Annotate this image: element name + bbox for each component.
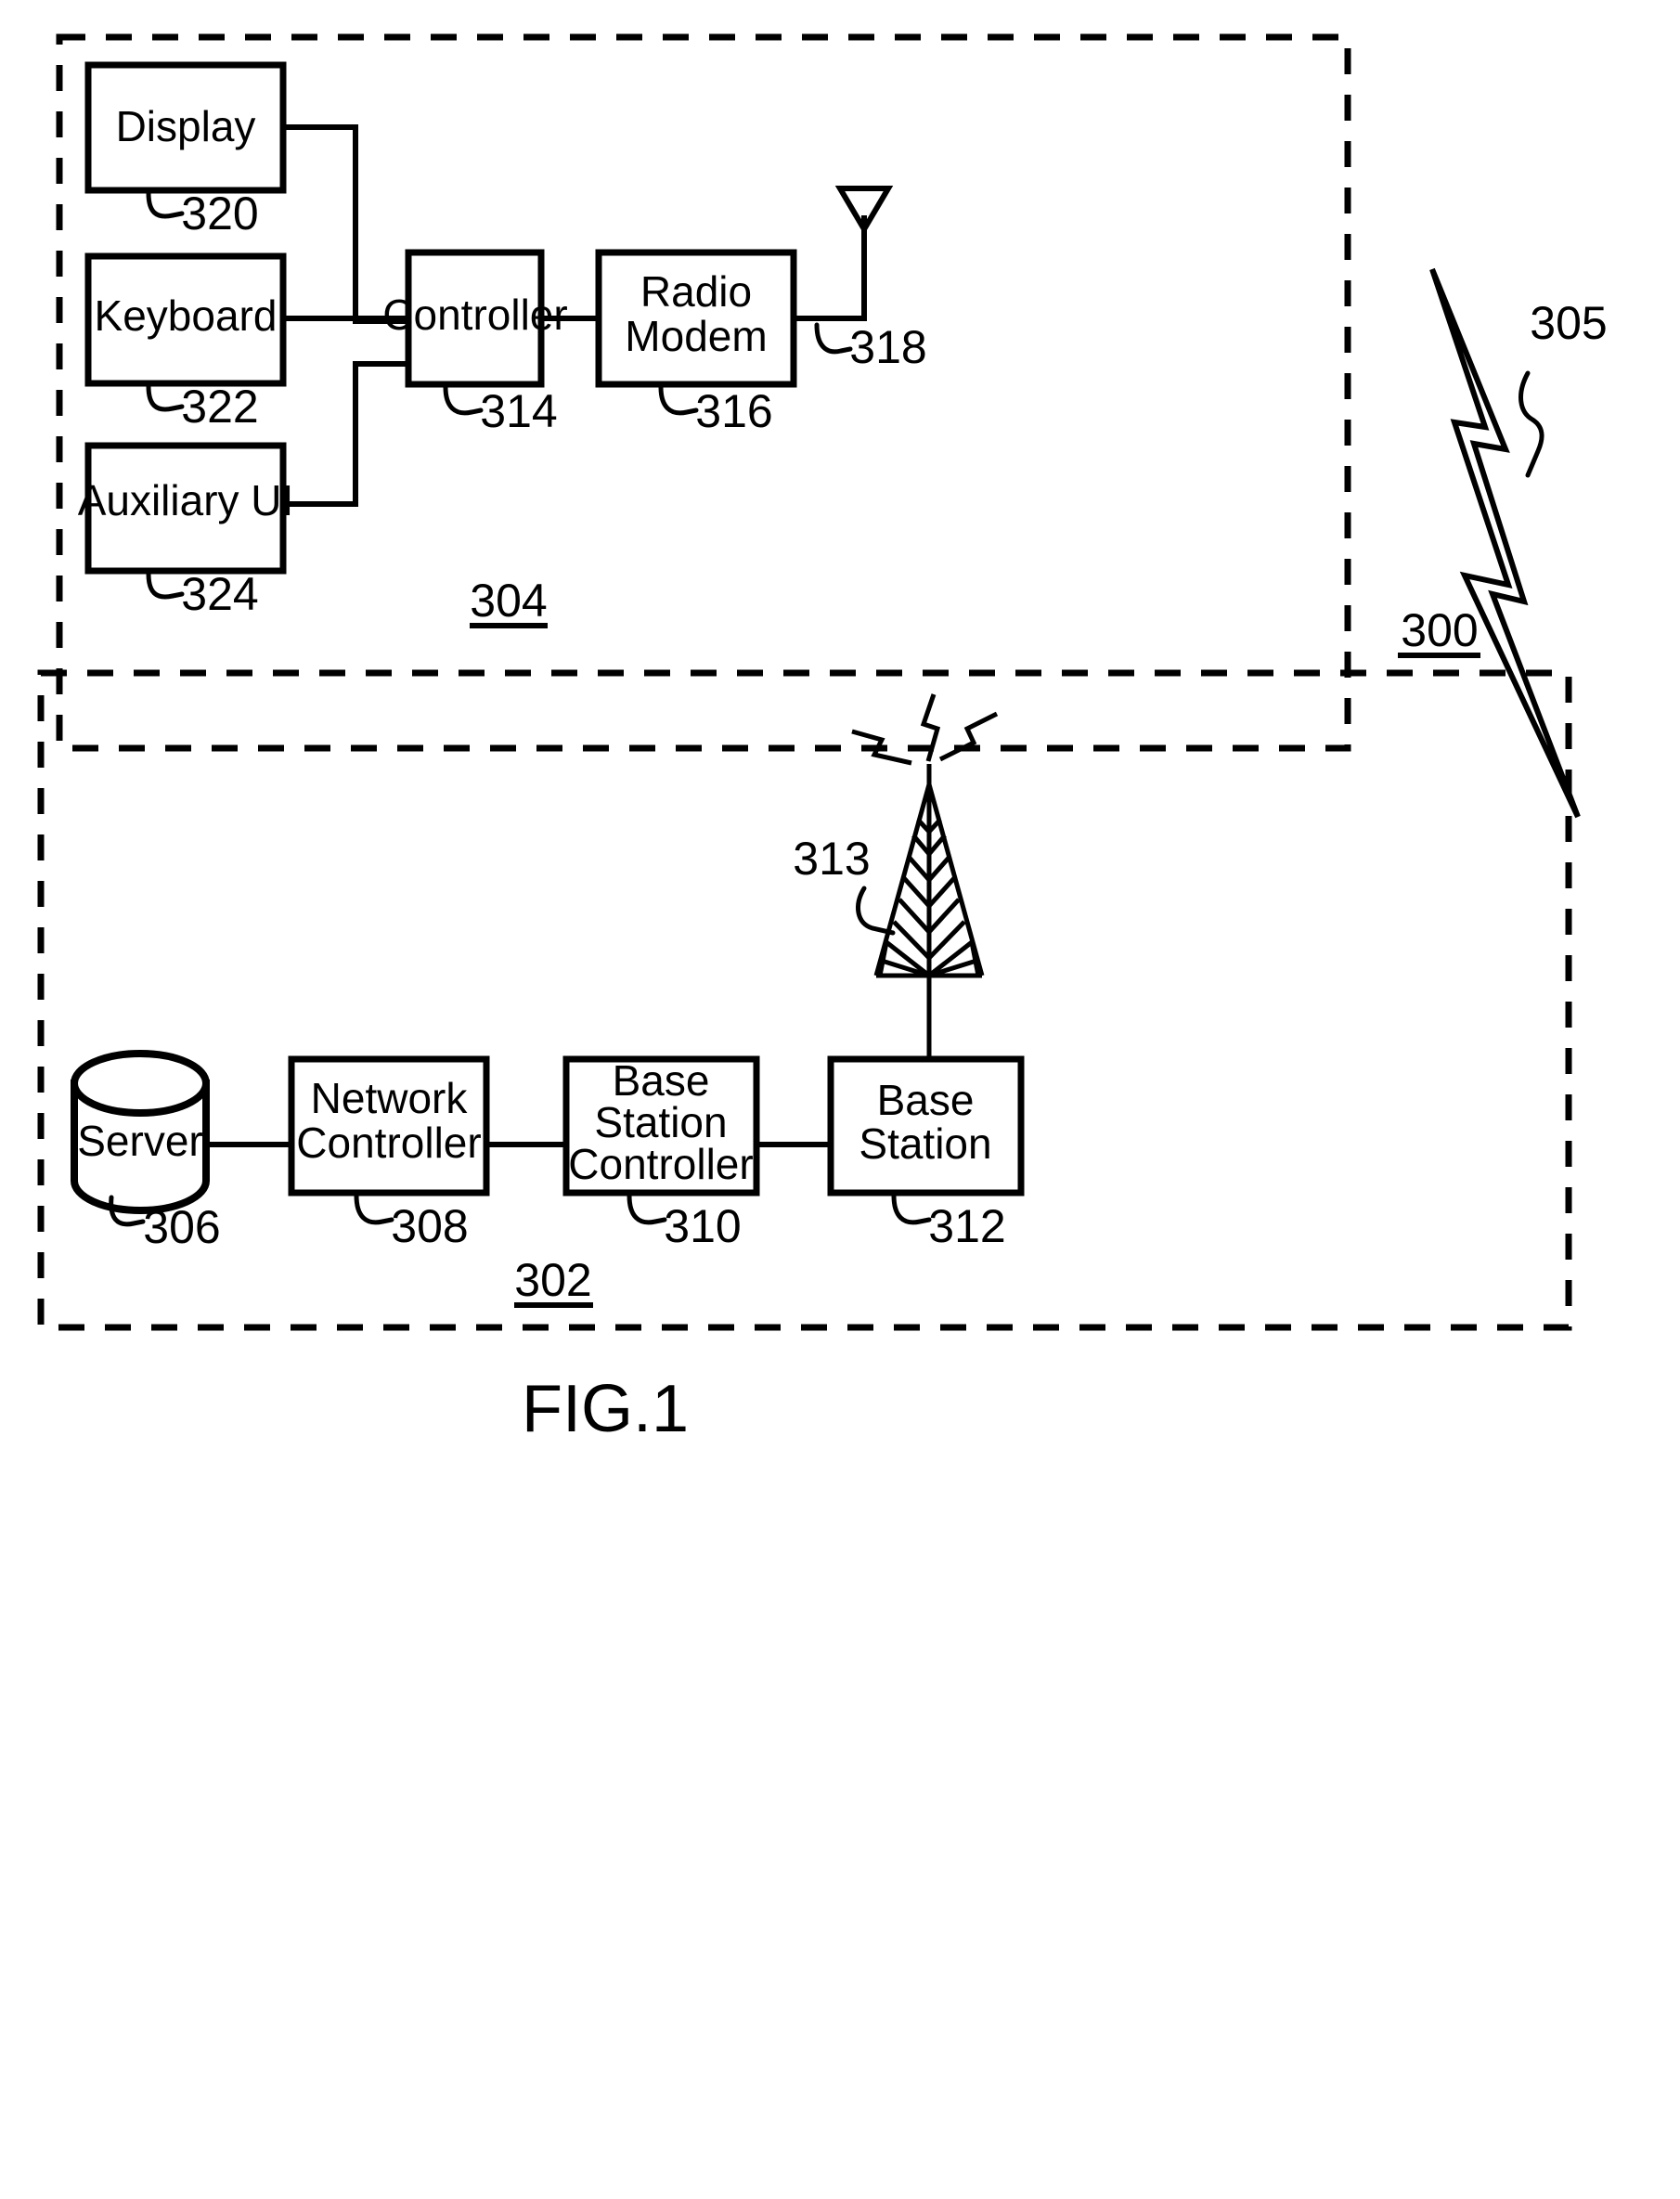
ref-number-316: 316 (695, 385, 772, 437)
leader-308 (354, 1193, 394, 1225)
leader-310 (627, 1193, 667, 1225)
ref-number-318: 318 (849, 321, 926, 373)
leader-320 (146, 190, 185, 219)
ref-number-306: 306 (143, 1201, 220, 1253)
leader-322 (146, 383, 185, 412)
figure-canvas: Display 320 Keyboard 322 Auxiliary UI 32… (37, 33, 1608, 1446)
auxiliary-ui-block-label: Auxiliary UI (78, 476, 294, 524)
ref-number-312: 312 (928, 1200, 1005, 1252)
network-boundary (37, 669, 1572, 1331)
patent-figure-1: Display 320 Keyboard 322 Auxiliary UI 32… (0, 0, 1680, 2199)
base-station-controller-block-label-line3: Controller (568, 1140, 753, 1188)
ref-number-313: 313 (793, 833, 870, 885)
ref-number-302: 302 (514, 1254, 591, 1306)
ref-number-304: 304 (470, 575, 547, 627)
ref-number-320: 320 (181, 188, 258, 239)
ref-number-322: 322 (181, 381, 258, 433)
network-controller-block-label-line2: Controller (296, 1119, 481, 1167)
ref-number-305: 305 (1530, 297, 1607, 349)
ref-number-300: 300 (1401, 604, 1478, 656)
leader-305 (1518, 370, 1544, 478)
ref-number-314: 314 (480, 385, 557, 437)
network-controller-block-label-line1: Network (311, 1074, 469, 1122)
connector-auxiliaryui-controller (283, 361, 408, 507)
base-station-block-label-line2: Station (859, 1119, 991, 1168)
radio-waves-icon (851, 693, 999, 766)
figure-caption: FIG.1 (522, 1372, 689, 1446)
base-station-block-label-line1: Base (877, 1076, 975, 1124)
leader-312 (891, 1193, 932, 1225)
controller-block-label: Controller (382, 291, 567, 339)
ref-number-310: 310 (664, 1200, 741, 1252)
display-block-label: Display (116, 102, 256, 150)
connector-radiomodem-antenna (794, 215, 867, 321)
rf-link-lightning-icon (1429, 267, 1581, 819)
cell-tower-icon (873, 764, 985, 1058)
leader-314 (443, 384, 484, 416)
keyboard-block-label: Keyboard (95, 291, 278, 340)
radio-modem-block-label-line1: Radio (640, 267, 752, 316)
ref-number-324: 324 (181, 568, 258, 620)
radio-modem-block-label-line2: Modem (625, 312, 767, 360)
leader-324 (146, 571, 185, 600)
server-block-label: Server (77, 1117, 202, 1165)
leader-316 (658, 384, 699, 416)
ref-number-308: 308 (391, 1200, 468, 1252)
leader-318 (814, 322, 853, 355)
